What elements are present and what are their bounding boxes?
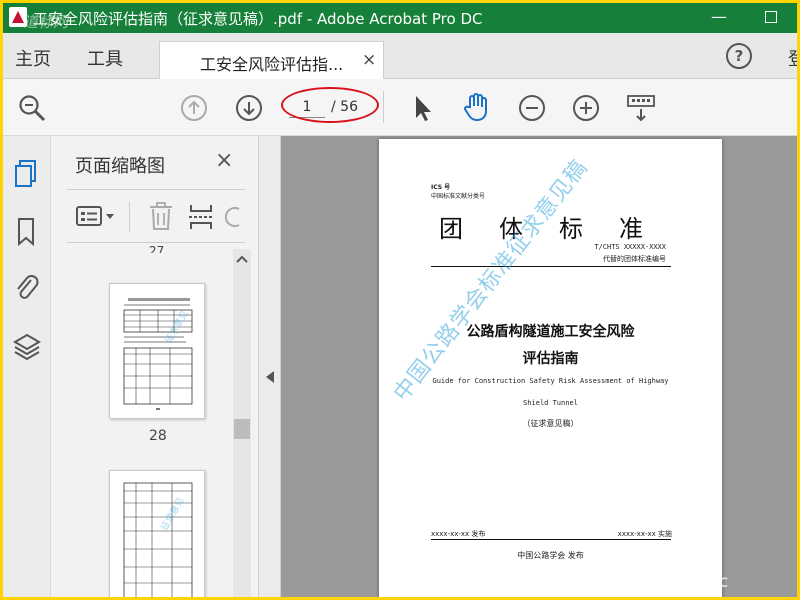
ics-number: ICS 号 <box>431 184 451 191</box>
search-zoom-icon[interactable] <box>17 93 47 123</box>
select-cursor-icon[interactable] <box>411 93 435 123</box>
main-toolbar: / 56 <box>3 79 797 136</box>
standard-type-title: 团体标准 <box>439 215 679 243</box>
previous-page-icon[interactable] <box>179 93 209 123</box>
page-thumbnail-content: 征求意见 <box>123 298 193 410</box>
zoom-out-icon[interactable] <box>517 93 547 123</box>
page-thumbnails-icon[interactable] <box>13 158 41 190</box>
zoom-in-icon[interactable] <box>571 93 601 123</box>
rotate-page-icon[interactable] <box>225 201 245 233</box>
delete-trash-icon[interactable] <box>147 201 175 233</box>
window-title: 工安全风险评估指南（征求意见稿）.pdf - Adobe Acrobat Pro… <box>33 10 483 28</box>
page-thumbnail-content: 征求意见 <box>123 482 193 597</box>
page-thumbnail[interactable]: 征求意见 <box>109 470 205 597</box>
collapse-arrow-icon[interactable] <box>266 371 274 383</box>
document-tab[interactable]: 工安全风险评估指... × <box>159 41 384 79</box>
ccs-number: 中国标准文献分类号 <box>431 193 486 200</box>
red-highlight-oval <box>281 87 379 123</box>
diagonal-watermark: 中国公路学会标准征求意见稿 <box>389 155 593 407</box>
issue-date: xxxx-xx-xx 发布 <box>431 530 486 538</box>
home-menu[interactable]: 主页 <box>15 45 51 71</box>
toolbar-separator <box>383 91 384 123</box>
scroll-up-icon[interactable] <box>236 255 248 263</box>
publisher: 中国公路学会 发布 <box>517 551 584 560</box>
english-title-line2: Shield Tunnel <box>523 399 578 407</box>
pane-close-icon[interactable]: × <box>215 148 233 173</box>
pdf-page: ICS 号 中国标准文献分类号 团体标准 T/CHTS XXXXX-XXXX 代… <box>379 139 722 597</box>
pane-title: 页面缩略图 <box>75 156 165 177</box>
thumbnail-tools <box>67 189 245 243</box>
acrobat-window: 工安全风险评估指南（征求意见稿）.pdf - Adobe Acrobat Pro… <box>3 3 797 597</box>
svg-text:征求意见: 征求意见 <box>158 495 186 532</box>
hand-tool-icon[interactable] <box>461 91 493 123</box>
thumbnail-page-label: 28 <box>149 428 167 444</box>
keyboard-page-icon[interactable] <box>625 93 659 125</box>
document-title-line1: 公路盾构隧道施工安全风险 <box>466 324 635 340</box>
header-rule <box>431 266 671 267</box>
document-viewer[interactable]: ICS 号 中国标准文献分类号 团体标准 T/CHTS XXXXX-XXXX 代… <box>281 136 797 597</box>
title-bar: 工安全风险评估指南（征求意见稿）.pdf - Adobe Acrobat Pro… <box>3 3 797 33</box>
document-tab-label: 工安全风险评估指... <box>200 55 344 74</box>
thumbnails-scrollbar[interactable] <box>233 249 251 597</box>
next-page-icon[interactable] <box>234 93 264 123</box>
footer-rule <box>431 539 671 540</box>
replaces-code: 代替的团体标准编号 <box>603 255 666 263</box>
effective-date: xxxx-xx-xx 实施 <box>617 530 672 538</box>
english-title-line1: Guide for Construction Safety Risk Asses… <box>432 377 669 385</box>
page-thumbnails-pane: 页面缩略图 × 27 征求意见 28 征求意见 <box>51 136 259 597</box>
maximize-button[interactable] <box>765 11 777 23</box>
layers-icon[interactable] <box>13 332 41 364</box>
menu-tab-bar: 主页 工具 工安全风险评估指... × ? 登 <box>3 33 797 79</box>
thumbnail-page-label: 27 <box>149 244 165 253</box>
attachment-paperclip-icon[interactable] <box>13 272 41 304</box>
tools-menu[interactable]: 工具 <box>87 45 123 71</box>
scrollbar-thumb[interactable] <box>234 419 250 439</box>
tools-separator <box>129 202 130 232</box>
bookmark-icon[interactable] <box>13 216 41 248</box>
help-icon[interactable]: ? <box>726 43 752 69</box>
sign-in-button[interactable]: 登 <box>788 45 797 71</box>
draft-label: （征求意见稿） <box>522 419 579 428</box>
acrobat-app-icon <box>9 7 27 27</box>
page-thumbnail[interactable]: 征求意见 <box>109 283 205 419</box>
pane-collapse-handle[interactable] <box>259 136 281 597</box>
extract-pages-icon[interactable] <box>187 201 215 233</box>
standard-code: T/CHTS XXXXX-XXXX <box>594 243 666 251</box>
tab-close-icon[interactable]: × <box>362 50 376 70</box>
document-title-line2: 评估指南 <box>522 351 579 367</box>
minimize-button[interactable]: — <box>711 7 727 26</box>
left-navigation-rail <box>3 136 51 597</box>
thumbnail-options-icon[interactable] <box>75 204 117 230</box>
